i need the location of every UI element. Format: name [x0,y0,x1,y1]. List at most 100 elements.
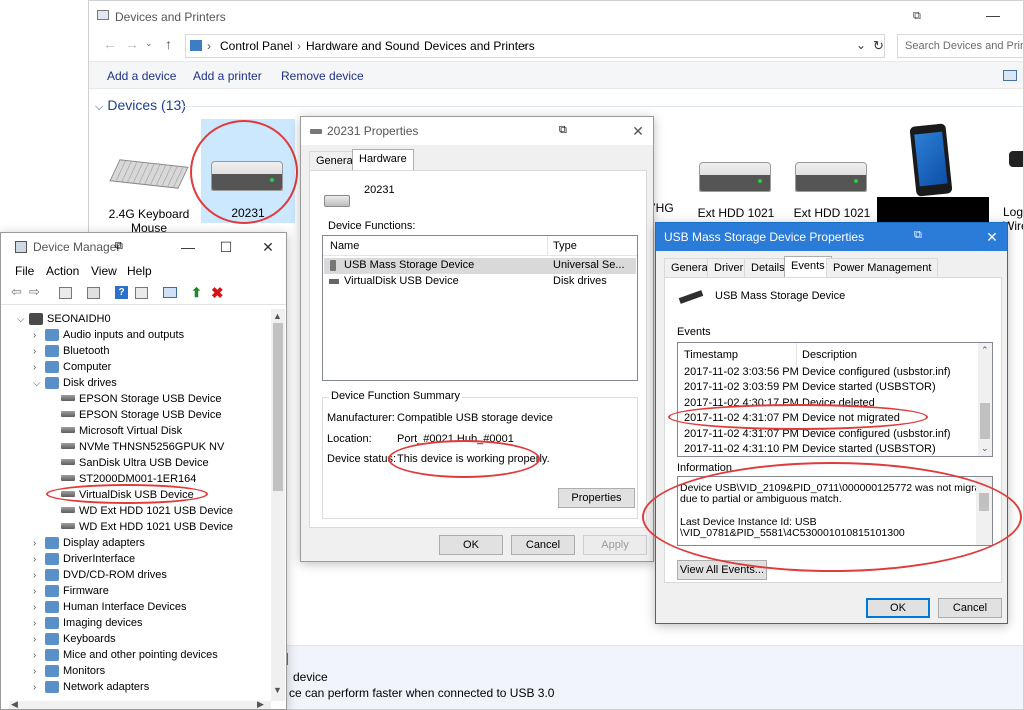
events-scrollbar[interactable]: ⌃ ⌄ [978,343,992,456]
view-all-events-button[interactable]: View All Events... [677,560,767,580]
col-description-header[interactable]: Description [802,349,857,361]
horizontal-scrollbar[interactable]: ◀ ▶ [9,699,271,709]
expand-icon[interactable]: › [33,344,45,360]
tree-category-item[interactable]: › Firmware [33,583,109,599]
device-logitech[interactable]: Logit Wirel [1001,151,1023,233]
tree-category-item[interactable]: › DVD/CD-ROM drives [33,567,167,583]
add-device-button[interactable]: Add a device [107,69,176,83]
menu-view[interactable]: View [91,264,117,278]
event-row[interactable]: 2017-11-02 3:03:59 PM Device started (USB… [678,380,978,395]
recent-chevron-icon[interactable]: ⌄ [145,38,153,49]
info-scrollbar[interactable] [976,477,992,545]
tree-category-item[interactable]: › Computer [33,359,111,375]
expand-icon[interactable]: › [33,584,45,600]
scroll-up-icon[interactable]: ▲ [273,311,282,321]
properties-icon[interactable] [59,287,72,299]
tree-device-item[interactable]: ST2000DM001-1ER164 [49,471,196,487]
maximize-button[interactable]: ☐ [211,233,241,261]
scroll-down-icon[interactable]: ⌄ [981,443,989,454]
information-box[interactable]: Device USB\VID_2109&PID_0711\00000012577… [677,476,993,546]
menu-action[interactable]: Action [46,264,79,278]
scroll-up-icon[interactable]: ⌃ [981,345,989,356]
close-button[interactable]: ✕ [976,223,1007,251]
expand-icon[interactable]: › [33,552,45,568]
pin-icon[interactable]: ⧉ [914,229,922,242]
scroll-right-icon[interactable]: ▶ [257,699,264,709]
expand-icon[interactable]: › [33,568,45,584]
back-arrow-icon[interactable]: ← [103,36,117,52]
tree-device-item[interactable]: NVMe THNSN5256GPUK NV [49,439,224,455]
menu-help[interactable]: Help [127,264,152,278]
tab-events[interactable]: Events [784,256,832,278]
close-button[interactable]: ✕ [621,117,653,145]
help-icon[interactable]: ? [115,286,128,299]
expand-icon[interactable]: › [33,328,45,344]
tree-root[interactable]: ⌵ SEONAIDH0 [17,311,111,327]
scroll-thumb[interactable] [980,403,990,439]
expand-icon[interactable]: › [33,360,45,376]
vertical-scrollbar[interactable]: ▲ ▼ [271,309,285,701]
ok-button[interactable]: OK [866,598,930,618]
back-icon[interactable]: ⇦ [11,284,22,300]
menu-file[interactable]: File [15,264,34,278]
list-item[interactable]: VirtualDisk USB Device Disk drives [324,274,636,290]
scroll-thumb[interactable] [979,493,989,511]
tree-device-item[interactable]: Microsoft Virtual Disk [49,423,182,439]
tree-device-item[interactable]: EPSON Storage USB Device [49,391,221,407]
up-arrow-icon[interactable]: ↑ [165,36,172,52]
address-dropdown-icon[interactable]: ⌄ [856,38,866,52]
device-phone[interactable] [909,123,953,197]
events-list[interactable]: Timestamp Description 2017-11-02 3:03:56… [677,342,993,457]
update-driver-icon[interactable]: ⬆ [191,285,202,301]
expand-icon[interactable]: › [33,664,45,680]
scroll-left-icon[interactable]: ◀ [11,699,18,709]
tree-device-item[interactable]: VirtualDisk USB Device [49,487,194,503]
tree-category-item[interactable]: › DriverInterface [33,551,135,567]
device-keyboard-mouse[interactable]: 2.4G Keyboard Mouse [107,159,191,235]
cancel-button[interactable]: Cancel [511,535,575,555]
forward-arrow-icon[interactable]: → [125,36,139,52]
tree-category-item[interactable]: › Audio inputs and outputs [33,327,184,343]
tree-category-item[interactable]: ⌵ Disk drives [33,375,117,391]
tree-category-item[interactable]: › Monitors [33,663,105,679]
minimize-button[interactable]: — [973,1,1013,29]
add-printer-button[interactable]: Add a printer [193,69,262,83]
col-type-header[interactable]: Type [553,240,577,252]
ok-button[interactable]: OK [439,535,503,555]
tree-category-item[interactable]: › Keyboards [33,631,116,647]
remove-device-button[interactable]: Remove device [281,69,364,83]
pin-icon[interactable]: ⧉ [913,10,921,23]
device-ext-hdd-1[interactable]: Ext HDD 1021 [689,156,783,226]
tree-category-item[interactable]: › Human Interface Devices [33,599,187,615]
tree-category-item[interactable]: › Imaging devices [33,615,143,631]
tree-category-item[interactable]: › Display adapters [33,535,145,551]
col-timestamp-header[interactable]: Timestamp [684,349,738,361]
pin-icon[interactable]: ⧉ [115,240,123,253]
event-row[interactable]: 2017-11-02 4:30:17 PM Device deleted [678,396,978,411]
pin-icon[interactable]: ⧉ [559,124,567,137]
expand-icon[interactable]: › [33,616,45,632]
devices-header[interactable]: ⌵ Devices (13) [95,97,186,114]
tree-device-item[interactable]: EPSON Storage USB Device [49,407,221,423]
refresh-icon[interactable]: ↻ [873,38,884,54]
tree-device-item[interactable]: WD Ext HDD 1021 USB Device [49,503,233,519]
collapse-icon[interactable]: ⌵ [33,376,45,392]
col-name-header[interactable]: Name [330,240,359,252]
uninstall-icon[interactable]: ✖ [211,284,224,302]
expand-icon[interactable]: › [33,536,45,552]
tree-category-item[interactable]: › Network adapters [33,679,149,695]
view-devices-icon[interactable] [135,287,148,299]
device-ext-hdd-2[interactable]: Ext HDD 1021 [785,156,879,226]
expand-icon[interactable]: › [33,600,45,616]
device-tree[interactable]: ⌵ SEONAIDH0 › Audio inputs and outputs › Blu… [9,309,271,701]
expand-icon[interactable]: › [33,648,45,664]
tree-device-item[interactable]: SanDisk Ultra USB Device [49,455,209,471]
scroll-down-icon[interactable]: ▼ [273,685,282,695]
search-input[interactable]: Search Devices and Printers [905,40,1023,52]
event-row[interactable]: 2017-11-02 4:31:07 PM Device configured (… [678,427,978,442]
scroll-thumb[interactable] [273,323,283,491]
tab-hardware[interactable]: Hardware [352,149,414,171]
event-row[interactable]: 2017-11-02 4:31:10 PM Device started (USB… [678,442,978,456]
close-button[interactable]: ✕ [253,233,283,261]
event-row[interactable]: 2017-11-02 3:03:56 PM Device configured (… [678,365,978,380]
